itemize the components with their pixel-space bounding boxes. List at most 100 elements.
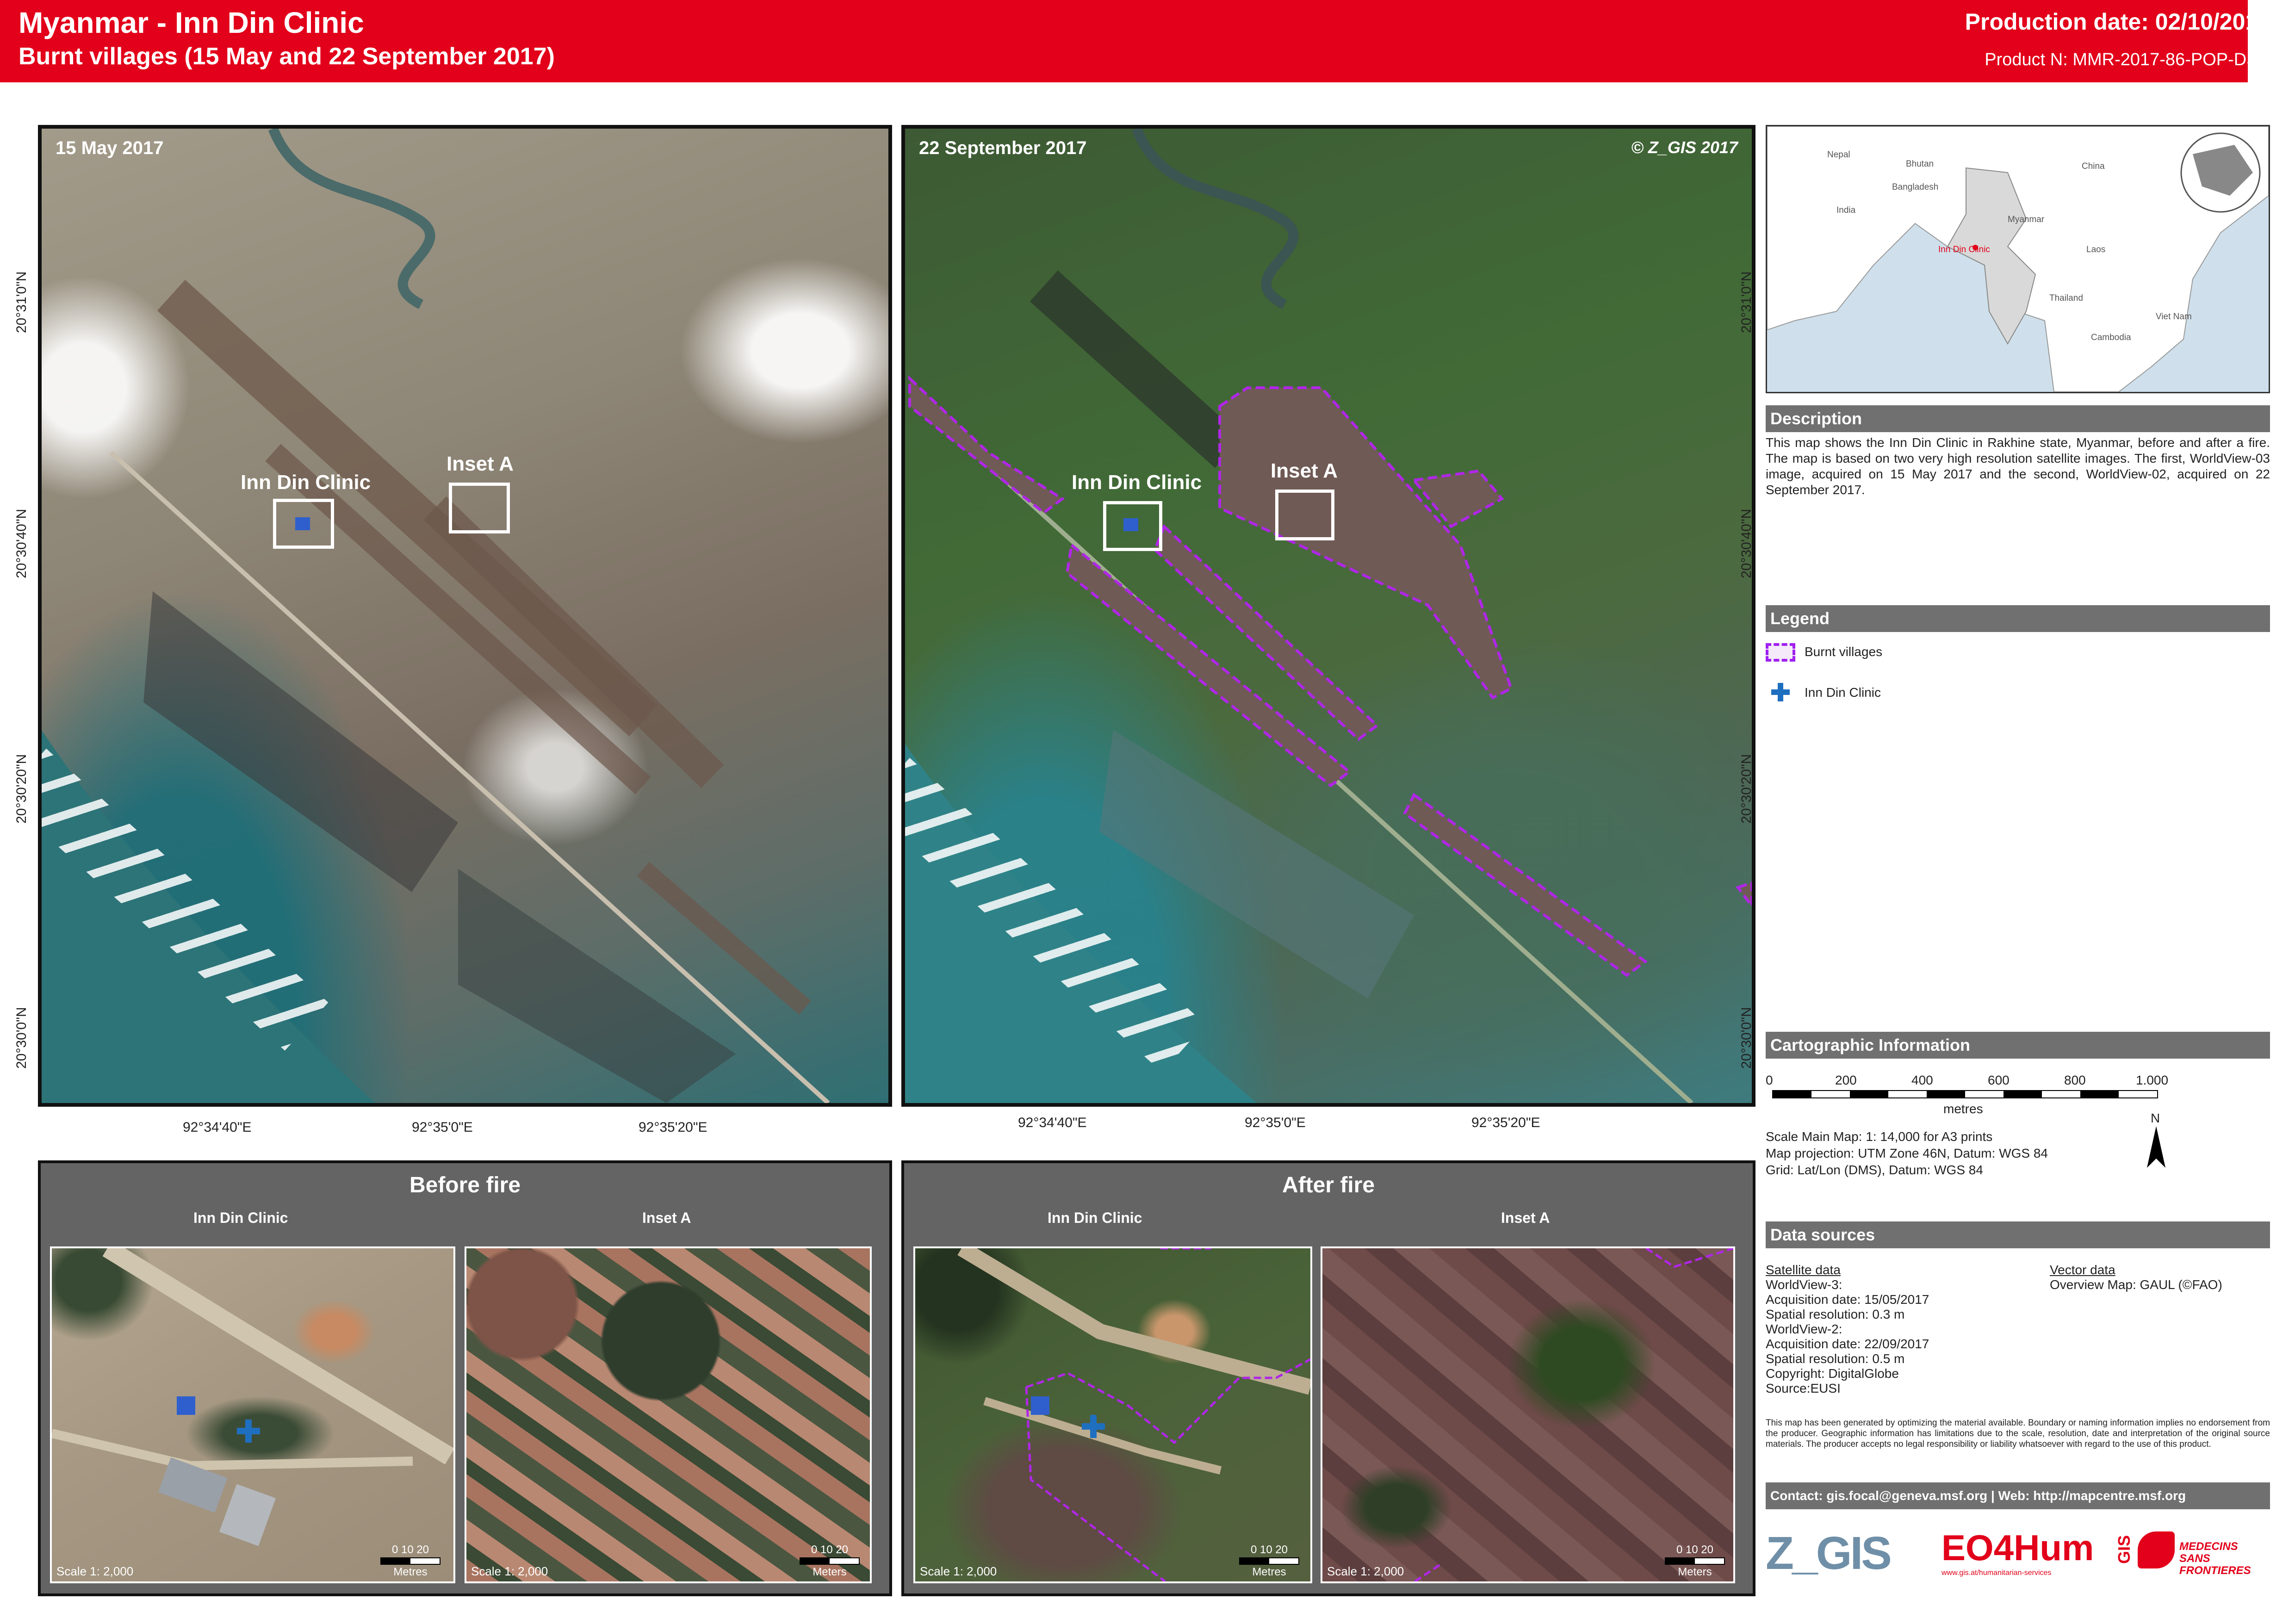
before-fire-panel: Before fire Inn Din Clinic Inset A Scale… [38, 1160, 892, 1596]
scale-bar-graphic [800, 1557, 860, 1565]
overview-label: China [2082, 161, 2105, 171]
before-inset-box[interactable] [449, 483, 510, 533]
scale-unit: Meters [1678, 1566, 1712, 1578]
scale-unit: Metres [1252, 1566, 1286, 1578]
after-inset-label: Inset A [1271, 459, 1338, 482]
lon-tick: 92°34'40"E [1018, 1115, 1087, 1130]
overview-label: Thailand [2049, 293, 2083, 303]
overview-label: India [1836, 205, 1856, 215]
scale-tick: 200 [1835, 1073, 1857, 1087]
unburnt-village [1030, 270, 1243, 468]
after-inset-subtitle: Inset A [1501, 1209, 1550, 1226]
contact-bar[interactable]: Contact: gis.focal@geneva.msf.org | Web:… [1766, 1482, 2270, 1509]
map-subtitle: Burnt villages (15 May and 22 September … [19, 43, 555, 70]
after-clinic-thumbnail[interactable]: Scale 1: 2,000 0 10 20 Metres [913, 1246, 1312, 1583]
after-inset-thumbnail[interactable]: Scale 1: 2,000 0 10 20 Meters [1321, 1246, 1735, 1583]
before-fire-title: Before fire [409, 1173, 521, 1197]
after-clinic-roof [1123, 518, 1138, 531]
thumbnail-scale-bar: 0 10 20 Meters [1665, 1543, 1725, 1579]
cartographic-heading: Cartographic Information [1766, 1032, 2270, 1059]
lat-tick: 20°30'40"N [1739, 508, 1754, 578]
overview-label: Inn Din Clinic [1938, 245, 1990, 254]
data-sources-heading: Data sources [1766, 1221, 2270, 1248]
before-clinic-roof [295, 517, 310, 530]
satellite-data-line: WorldView-2: [1766, 1322, 1842, 1336]
scale-tick: 400 [1911, 1073, 1933, 1087]
satellite-data-line: Copyright: DigitalGlobe [1766, 1366, 1899, 1381]
lon-tick: 92°35'20"E [1471, 1115, 1540, 1130]
product-number: Product N: MMR-2017-86-POP-DSD [1985, 50, 2271, 69]
after-clinic-features [957, 1248, 1310, 1581]
scale-ticks: 0 10 20 [391, 1543, 429, 1556]
north-label: N [2151, 1111, 2160, 1125]
eo4hum-url: www.gis.at/humanitarian-services [1941, 1569, 2052, 1577]
clinic-cross-icon [1082, 1415, 1105, 1438]
scale-ticks: 0 10 20 [1676, 1543, 1714, 1556]
legend-clinic-label: Inn Din Clinic [1805, 685, 1881, 700]
lon-tick: 92°34'40"E [183, 1120, 252, 1135]
map-before[interactable]: 15 May 2017 Inn Din Clinic Inset A [38, 125, 892, 1107]
thumbnail-scale-bar: 0 10 20 Metres [1239, 1543, 1299, 1579]
scale-main-text: Scale Main Map: 1: 14,000 for A3 prints [1766, 1129, 1993, 1144]
before-clinic-label: Inn Din Clinic [241, 471, 371, 494]
scale-tick: 0 [1766, 1073, 1773, 1087]
grid-text: Grid: Lat/Lon (DMS), Datum: WGS 84 [1766, 1163, 1983, 1177]
zgis-logo: Z_GIS [1766, 1527, 1892, 1579]
after-fire-title: After fire [1282, 1173, 1375, 1197]
dirt-road [52, 1429, 413, 1471]
lat-tick: 20°31'0"N [1739, 271, 1754, 333]
scale-tick: 800 [2064, 1073, 2086, 1087]
msf-runner-icon [2138, 1531, 2175, 1568]
before-clinic-thumbnail[interactable]: Scale 1: 2,000 0 10 20 Metres [50, 1246, 455, 1583]
map-title: Myanmar - Inn Din Clinic [19, 6, 364, 39]
dirt-road [102, 1248, 453, 1465]
lat-tick: 20°30'0"N [1739, 1007, 1754, 1069]
overview-label: Nepal [1827, 150, 1850, 160]
scale-unit: Meters [813, 1566, 847, 1578]
description-heading: Description [1766, 405, 2270, 432]
burnt-village [1218, 386, 1513, 700]
after-inset-box[interactable] [1275, 490, 1334, 540]
map-after[interactable]: 22 September 2017 © Z_GIS 2017 Inn Din C… [901, 125, 1755, 1107]
msf-logo: GIS MEDECINS SANS FRONTIERES [2115, 1527, 2263, 1578]
after-clinic-subtitle: Inn Din Clinic [1048, 1209, 1142, 1226]
village-strip [637, 862, 812, 1015]
satellite-data-line: WorldView-3: [1766, 1277, 1842, 1292]
lagoon [1099, 730, 1414, 998]
legend-burnt-label: Burnt villages [1805, 645, 1883, 659]
clinic-cross-icon [1771, 683, 1790, 701]
vector-data-heading: Vector data [2050, 1263, 2115, 1277]
before-date-label: 15 May 2017 [56, 138, 164, 158]
satellite-data-line: Spatial resolution: 0.3 m [1766, 1307, 1905, 1321]
eo4hum-logo-text: EO4Hum [1941, 1527, 2094, 1568]
scale-ticks: 0 10 20 [1250, 1543, 1288, 1556]
dark-fields [143, 591, 458, 892]
scale-bar-ticks: 0 200 400 600 800 1.000 [1766, 1072, 2168, 1088]
burnt-outline [1645, 1248, 1733, 1268]
before-map-features [42, 129, 830, 1103]
thumbnail-scale-text: Scale 1: 2,000 [471, 1564, 548, 1578]
after-date-label: 22 September 2017 [919, 138, 1087, 158]
before-clinic-features [52, 1248, 453, 1546]
lon-tick: 92°35'20"E [639, 1120, 707, 1135]
blue-roof [1031, 1396, 1049, 1415]
dirt-road [957, 1248, 1310, 1395]
copyright-label: © Z_GIS 2017 [1631, 138, 1738, 157]
overview-label: Viet Nam [2156, 312, 2192, 322]
before-inset-thumbnail[interactable]: Scale 1: 2,000 0 10 20 Meters [465, 1246, 872, 1583]
overview-map[interactable]: Nepal Bhutan China India Bangladesh Myan… [1766, 125, 2270, 393]
blue-roof [177, 1396, 195, 1415]
satellite-data-heading: Satellite data [1766, 1263, 1841, 1277]
lon-tick: 92°35'0"E [412, 1120, 473, 1135]
clinic-building [219, 1484, 276, 1546]
after-map-features [905, 129, 1752, 1103]
satellite-data-line: Acquisition date: 22/09/2017 [1766, 1337, 1929, 1351]
disclaimer-text: This map has been generated by optimizin… [1766, 1418, 2270, 1449]
burnt-village [908, 375, 1065, 514]
scale-bar-graphic [1665, 1557, 1725, 1565]
scale-unit: metres [1943, 1102, 1983, 1116]
scale-unit: Metres [393, 1566, 428, 1578]
main-scale-bar [1772, 1090, 2158, 1098]
legend-heading: Legend [1766, 605, 2270, 632]
north-arrow-icon: N [2142, 1110, 2170, 1171]
